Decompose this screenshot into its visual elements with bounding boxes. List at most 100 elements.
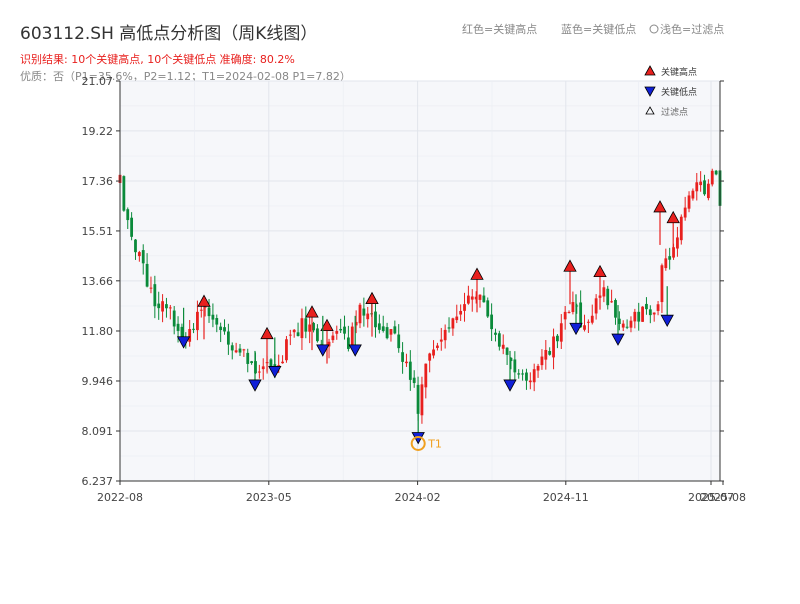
plot-area (119, 80, 720, 482)
candle-body (339, 328, 343, 331)
candle-body (281, 361, 284, 364)
candle-body (199, 309, 203, 311)
candle-body (242, 349, 246, 351)
candle-body (699, 181, 703, 186)
candle-body (300, 318, 304, 339)
candle-body (505, 347, 509, 355)
candle-body (687, 195, 691, 209)
candle-body (486, 300, 490, 317)
candle-body (513, 359, 517, 373)
candle-body (397, 334, 401, 349)
candle-body (536, 365, 540, 371)
candle-body (532, 369, 536, 383)
candle-body (161, 301, 164, 312)
y-tick-label: 6.237 (82, 475, 114, 488)
candle-body (490, 314, 494, 330)
candle-body (288, 334, 292, 336)
candle-body (188, 329, 192, 342)
candle-body (629, 320, 633, 328)
candle-body (470, 296, 474, 300)
legend-high-icon (644, 65, 656, 76)
candle-body (316, 328, 319, 342)
candle-body (459, 310, 463, 315)
candle-body (714, 170, 718, 175)
candle-body (223, 327, 226, 332)
candle-body (285, 339, 288, 361)
candle-body (192, 328, 195, 330)
candle-body (211, 314, 215, 320)
candle-body (296, 332, 300, 337)
header-legend-filter-marker (649, 24, 659, 34)
candle-body (679, 216, 683, 241)
candle-body (656, 304, 660, 311)
candle-body (420, 384, 424, 416)
candle-body (439, 339, 443, 342)
y-tick-label: 21.07 (82, 75, 114, 88)
candle-body (528, 380, 532, 383)
candle-body (366, 313, 370, 320)
y-tick-label: 15.51 (82, 225, 114, 238)
candle-body (455, 316, 459, 321)
candle-body (292, 329, 296, 333)
x-tick-label: 2023-05 (246, 491, 292, 504)
x-tick-label: 2024-02 (395, 491, 441, 504)
candle-body (556, 335, 559, 342)
candle-body (134, 239, 137, 253)
candle-body (257, 371, 261, 373)
candle-body (648, 309, 652, 316)
candle-body (668, 256, 672, 260)
candle-body (238, 348, 242, 353)
candle-body (165, 304, 168, 309)
candle-body (583, 325, 586, 330)
candle-body (343, 326, 346, 334)
kline-chart: 603112.SH 高低点分析图（周K线图） 识别结果: 10个关键高点, 10… (20, 22, 746, 504)
candle-body (494, 332, 497, 335)
candle-body (695, 182, 699, 192)
candle-body (401, 352, 404, 362)
candle-body (447, 327, 451, 329)
candle-body (126, 209, 130, 221)
candle-body (451, 318, 455, 329)
candle-body (219, 326, 223, 330)
y-tick-label: 19.22 (82, 125, 114, 138)
candle-body (374, 311, 377, 328)
candle-body (207, 307, 211, 317)
y-tick-label: 8.091 (82, 425, 114, 438)
y-tick-label: 11.80 (82, 325, 114, 338)
candle-body (621, 323, 625, 328)
y-tick-label: 13.66 (82, 275, 114, 288)
header-legend-low: 蓝色=关键低点 (561, 22, 636, 36)
x-tick-label: 2024-11 (543, 491, 589, 504)
candle-body (521, 373, 524, 375)
candle-body (633, 311, 637, 322)
candle-body (304, 318, 308, 332)
candle-body (141, 250, 145, 264)
candle-body (432, 349, 435, 356)
candle-body (478, 294, 482, 300)
candle-body (130, 217, 134, 237)
candle-body (389, 329, 393, 335)
candle-body (443, 329, 447, 341)
candle-body (610, 301, 614, 303)
candle-body (308, 324, 312, 332)
candle-body (586, 321, 590, 323)
header-legend-high: 红色=关键高点 (462, 22, 537, 36)
candle-body (594, 298, 598, 314)
candle-body (137, 252, 141, 257)
t1-label: T1 (427, 438, 442, 451)
candle-body (196, 311, 199, 331)
candle-body (412, 377, 416, 384)
candle-body (691, 190, 695, 199)
candle-body (428, 353, 432, 361)
candle-body (544, 349, 548, 360)
candle-body (645, 303, 648, 310)
candle-body (552, 336, 555, 358)
candle-body (567, 312, 571, 314)
candle-body (710, 170, 714, 185)
chart-container: 603112.SH 高低点分析图（周K线图） 识别结果: 10个关键高点, 10… (0, 0, 800, 600)
candle-body (377, 323, 381, 330)
candle-body (226, 331, 230, 345)
candle-body (230, 345, 234, 351)
candle-body (501, 344, 505, 349)
y-tick-label: 9.946 (82, 375, 114, 388)
